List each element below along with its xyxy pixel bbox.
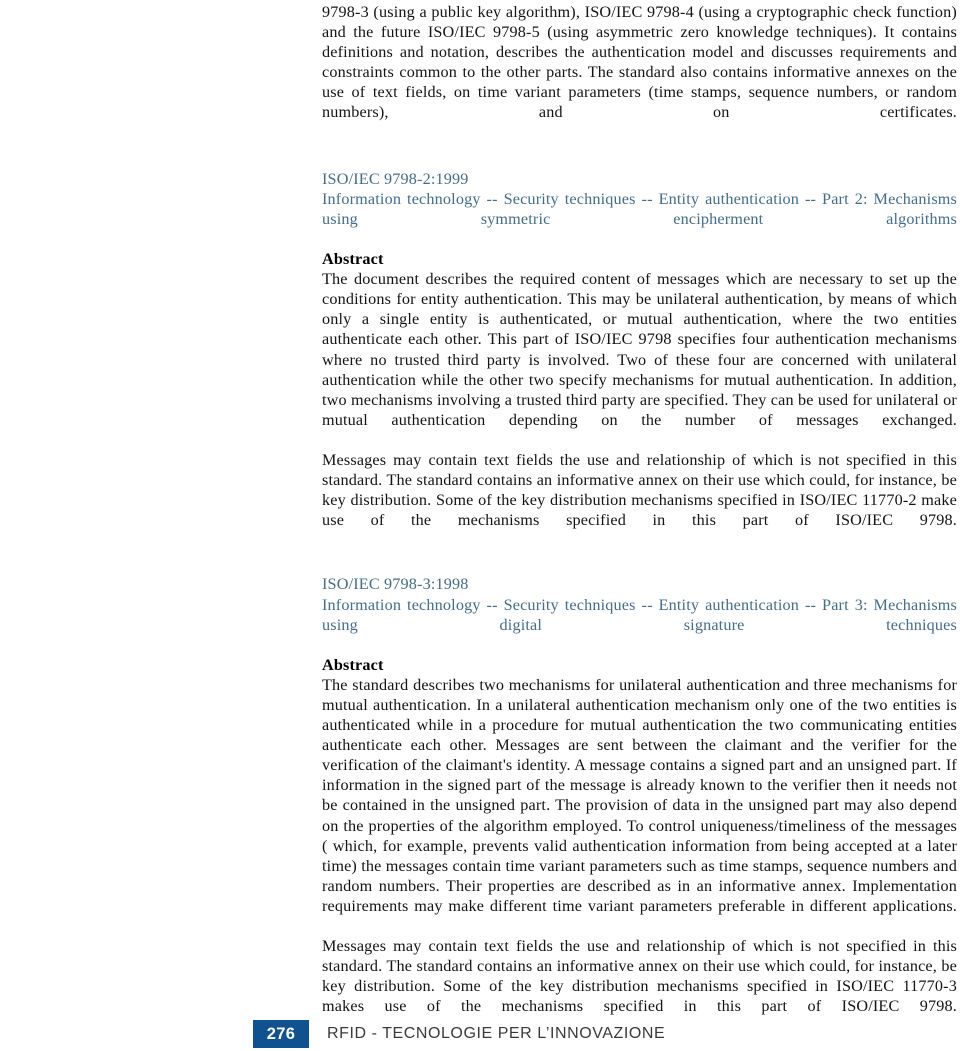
standard-title: Information technology -- Security techn… <box>322 189 957 228</box>
intro-paragraph: 9798-3 (using a public key algorithm), I… <box>322 3 957 122</box>
page-footer: 276 RFID - TECNOLOGIE PER L’INNOVAZIONE <box>0 1018 960 1051</box>
standard-title: Information technology -- Security techn… <box>322 595 957 634</box>
page-number-badge: 276 <box>253 1020 309 1048</box>
abstract-label: Abstract <box>322 250 384 269</box>
standard-entry-9798-2: ISO/IEC 9798-2:1999 Information technolo… <box>322 169 957 551</box>
abstract-paragraph: The standard describes two mechanisms fo… <box>322 675 957 915</box>
abstract-paragraph: Messages may contain text fields the use… <box>322 450 957 530</box>
abstract-paragraph: The document describes the required cont… <box>322 270 957 429</box>
abstract-label: Abstract <box>322 655 384 674</box>
page-content-column: 9798-3 (using a public key algorithm), I… <box>322 2 957 1037</box>
standard-id: ISO/IEC 9798-2:1999 <box>322 169 469 188</box>
page-number: 276 <box>266 1024 296 1043</box>
standard-id: ISO/IEC 9798-3:1998 <box>322 575 469 594</box>
standard-entry-9798-3: ISO/IEC 9798-3:1998 Information technolo… <box>322 574 957 1036</box>
footer-title: RFID - TECNOLOGIE PER L’INNOVAZIONE <box>327 1025 666 1042</box>
document-page: 9798-3 (using a public key algorithm), I… <box>0 0 960 1051</box>
